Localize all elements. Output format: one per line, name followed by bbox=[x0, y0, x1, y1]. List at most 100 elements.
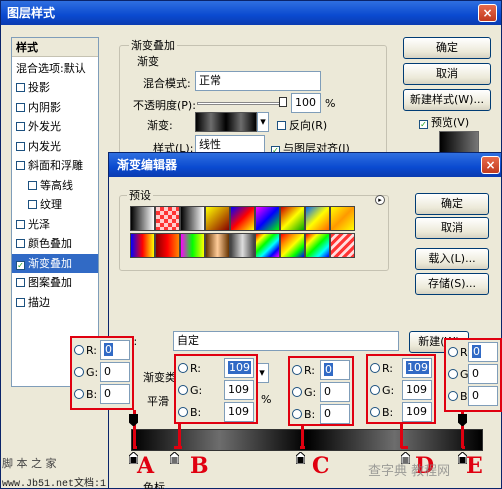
r-value-input[interactable]: 0 bbox=[100, 340, 130, 360]
blend-options-item[interactable]: 混合选项:默认 bbox=[12, 59, 98, 78]
preset-swatch[interactable] bbox=[230, 233, 255, 258]
close-icon[interactable]: × bbox=[478, 4, 497, 22]
g-value-input[interactable]: 0 bbox=[468, 364, 498, 384]
preset-swatch[interactable] bbox=[180, 233, 205, 258]
color-stop-marker[interactable] bbox=[295, 451, 306, 465]
preset-swatch[interactable] bbox=[255, 206, 280, 231]
load-button[interactable]: 载入(L)... bbox=[415, 248, 489, 270]
g-value-input[interactable]: 0 bbox=[320, 382, 350, 402]
g-value-input[interactable]: 109 bbox=[402, 380, 432, 400]
style-item[interactable]: 等高线 bbox=[12, 176, 98, 195]
r-value-input[interactable]: 0 bbox=[468, 342, 498, 362]
reverse-checkbox[interactable]: 反向(R) bbox=[277, 117, 327, 133]
preset-swatch[interactable] bbox=[130, 233, 155, 258]
preview-check-icon: ✓ bbox=[419, 120, 428, 129]
g-value-input[interactable]: 0 bbox=[100, 362, 130, 382]
gradient-preview[interactable] bbox=[195, 112, 257, 132]
style-item-checkbox[interactable] bbox=[28, 200, 37, 209]
preset-swatch[interactable] bbox=[155, 233, 180, 258]
preset-swatch[interactable] bbox=[255, 233, 280, 258]
gradient-dropdown-icon[interactable]: ▾ bbox=[257, 112, 269, 132]
annotation-connector bbox=[301, 426, 304, 448]
style-item-checkbox[interactable] bbox=[16, 161, 25, 170]
r-radio[interactable]: R: bbox=[178, 362, 201, 375]
ok-button[interactable]: 确定 bbox=[403, 37, 491, 59]
style-item-checkbox[interactable] bbox=[16, 83, 25, 92]
style-item[interactable]: 描边 bbox=[12, 293, 98, 312]
preset-swatch[interactable] bbox=[305, 206, 330, 231]
preset-swatch[interactable] bbox=[230, 206, 255, 231]
style-item-checkbox[interactable] bbox=[16, 219, 25, 229]
opacity-stop-marker[interactable] bbox=[128, 413, 139, 427]
style-item-checkbox[interactable] bbox=[16, 102, 25, 112]
new-style-button[interactable]: 新建样式(W)... bbox=[403, 89, 491, 111]
opacity-stop-marker[interactable] bbox=[457, 413, 468, 427]
r-value-input[interactable]: 109 bbox=[224, 358, 254, 378]
opacity-input[interactable]: 100 bbox=[291, 93, 321, 113]
r-radio[interactable]: R: bbox=[74, 344, 97, 357]
b-value-input[interactable]: 109 bbox=[402, 402, 432, 422]
style-item[interactable]: 内阴影 bbox=[12, 98, 98, 117]
style-item-checkbox[interactable] bbox=[16, 122, 25, 131]
r-radio[interactable]: R: bbox=[292, 364, 315, 377]
b-value-input[interactable]: 0 bbox=[320, 404, 350, 424]
style-item[interactable]: 斜面和浮雕 bbox=[12, 156, 98, 175]
presets-menu-icon[interactable]: ▸ bbox=[375, 195, 385, 205]
style-item[interactable]: 纹理 bbox=[12, 195, 98, 214]
preview-checkbox[interactable]: ✓ 预览(V) bbox=[419, 114, 469, 130]
editor-ok-button[interactable]: 确定 bbox=[415, 193, 489, 215]
editor-cancel-button[interactable]: 取消 bbox=[415, 217, 489, 239]
r-radio[interactable]: R: bbox=[370, 362, 393, 375]
preset-swatch[interactable] bbox=[280, 206, 305, 231]
r-value-input[interactable]: 109 bbox=[402, 358, 432, 378]
opacity-slider[interactable] bbox=[197, 102, 285, 105]
r-value-input[interactable]: 0 bbox=[320, 360, 350, 380]
b-radio[interactable]: B: bbox=[178, 406, 201, 419]
style-item-checkbox[interactable] bbox=[28, 180, 37, 190]
preset-swatch[interactable] bbox=[205, 233, 230, 258]
style-item[interactable]: ✓ 渐变叠加 bbox=[12, 253, 98, 273]
radio-icon bbox=[370, 385, 380, 395]
style-item-checkbox[interactable] bbox=[16, 297, 25, 307]
style-item[interactable]: 外发光 bbox=[12, 117, 98, 136]
preset-swatch[interactable] bbox=[180, 206, 205, 231]
g-radio[interactable]: G: bbox=[370, 384, 394, 397]
preset-swatch[interactable] bbox=[155, 206, 180, 231]
b-value-input[interactable]: 109 bbox=[224, 402, 254, 422]
b-value-input[interactable]: 0 bbox=[468, 386, 498, 406]
opacity-slider-thumb[interactable] bbox=[279, 97, 287, 107]
style-item-checkbox[interactable] bbox=[16, 141, 25, 151]
styles-header[interactable]: 样式 bbox=[12, 38, 98, 57]
preset-swatch[interactable] bbox=[280, 233, 305, 258]
preset-swatch[interactable] bbox=[305, 233, 330, 258]
color-stop-marker[interactable] bbox=[169, 451, 180, 465]
save-button[interactable]: 存储(S)... bbox=[415, 273, 489, 295]
cancel-button[interactable]: 取消 bbox=[403, 63, 491, 85]
name-input[interactable]: 自定 bbox=[173, 331, 399, 351]
style-item[interactable]: 光泽 bbox=[12, 215, 98, 234]
preset-swatch[interactable] bbox=[130, 206, 155, 231]
preset-swatch[interactable] bbox=[205, 206, 230, 231]
style-item-label: 渐变叠加 bbox=[28, 256, 72, 270]
watermark-left-url: www.Jb51.net文档:1 bbox=[2, 474, 106, 489]
gradient-bar[interactable] bbox=[131, 429, 483, 451]
g-radio[interactable]: G: bbox=[292, 386, 316, 399]
b-value-input[interactable]: 0 bbox=[100, 384, 130, 404]
b-radio[interactable]: B: bbox=[370, 406, 393, 419]
b-radio[interactable]: B: bbox=[74, 388, 97, 401]
editor-close-icon[interactable]: × bbox=[481, 156, 500, 174]
g-radio[interactable]: G: bbox=[178, 384, 202, 397]
g-value-input[interactable]: 109 bbox=[224, 380, 254, 400]
preset-swatch[interactable] bbox=[330, 233, 355, 258]
style-item-checkbox[interactable] bbox=[16, 239, 25, 248]
blend-mode-select[interactable]: 正常 bbox=[195, 71, 321, 91]
style-item[interactable]: 颜色叠加 bbox=[12, 234, 98, 253]
style-item[interactable]: 投影 bbox=[12, 78, 98, 97]
style-item[interactable]: 内发光 bbox=[12, 137, 98, 156]
b-radio[interactable]: B: bbox=[292, 408, 315, 421]
style-item-checkbox[interactable]: ✓ bbox=[16, 260, 25, 270]
style-item-checkbox[interactable] bbox=[16, 278, 25, 287]
preset-swatch[interactable] bbox=[330, 206, 355, 231]
style-item[interactable]: 图案叠加 bbox=[12, 273, 98, 292]
g-radio[interactable]: G: bbox=[74, 366, 98, 379]
